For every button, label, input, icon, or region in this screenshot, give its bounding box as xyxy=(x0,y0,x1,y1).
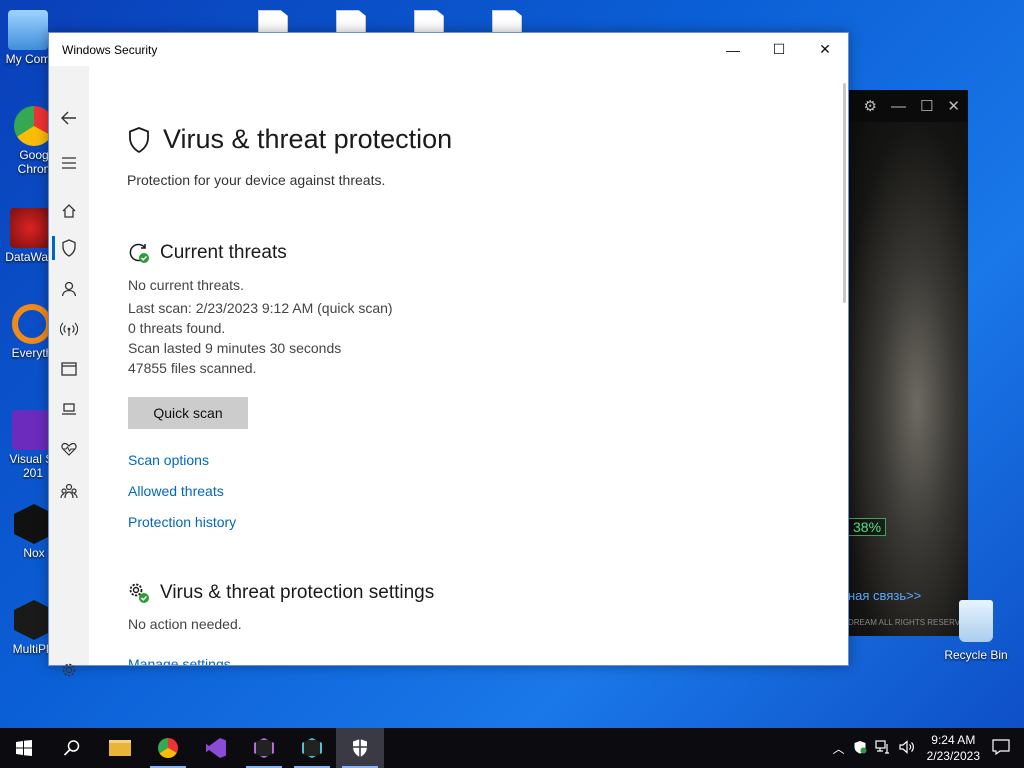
files-scanned-text: 47855 files scanned. xyxy=(128,360,257,376)
back-button[interactable] xyxy=(49,103,89,133)
menu-button[interactable] xyxy=(49,148,89,178)
network-icon[interactable] xyxy=(875,739,891,757)
windows-security-window[interactable]: Windows Security — ☐ ✕ Virus & threat pr… xyxy=(48,32,849,677)
maximize-icon[interactable]: ☐ xyxy=(920,97,933,115)
allowed-threats-link[interactable]: Allowed threats xyxy=(128,483,224,499)
nav-app-browser[interactable] xyxy=(49,354,89,384)
nav-home[interactable] xyxy=(49,196,89,226)
close-icon[interactable]: ✕ xyxy=(947,97,960,115)
feedback-link[interactable]: ная связь>> xyxy=(848,588,921,603)
nav-device-health[interactable] xyxy=(49,434,89,464)
scan-options-link[interactable]: Scan options xyxy=(128,452,209,468)
computer-icon xyxy=(8,10,48,50)
start-button[interactable] xyxy=(0,728,48,768)
taskbar-chrome[interactable] xyxy=(144,728,192,768)
clock[interactable]: 9:24 AM 2/23/2023 xyxy=(927,732,980,764)
notification-icon xyxy=(992,738,1010,755)
threats-found-text: 0 threats found. xyxy=(128,320,226,336)
shield-icon xyxy=(353,739,367,757)
close-button[interactable]: ✕ xyxy=(802,33,848,66)
home-icon xyxy=(62,204,76,218)
nox-icon xyxy=(254,738,274,758)
progress-percent: 38% xyxy=(848,518,887,536)
nav-family[interactable] xyxy=(49,476,89,506)
settings-status-text: No action needed. xyxy=(128,616,242,632)
settings-status-ok-icon xyxy=(129,583,149,603)
nav-device-security[interactable] xyxy=(49,394,89,424)
gear-icon xyxy=(62,663,76,677)
desktop-file-icon[interactable] xyxy=(414,10,444,34)
nav-rail xyxy=(49,66,89,677)
volume-icon[interactable] xyxy=(899,739,915,757)
desktop-file-icon[interactable] xyxy=(258,10,288,34)
visual-studio-icon xyxy=(206,738,226,758)
last-scan-text: Last scan: 2/23/2023 9:12 AM (quick scan… xyxy=(128,300,393,316)
visual-studio-icon xyxy=(12,410,52,450)
manage-settings-link[interactable]: Manage settings xyxy=(128,656,231,665)
notifications-button[interactable] xyxy=(992,738,1010,758)
hamburger-icon xyxy=(62,157,76,169)
nav-account[interactable] xyxy=(49,274,89,304)
family-icon xyxy=(60,483,78,499)
search-button[interactable] xyxy=(48,728,96,768)
nav-firewall[interactable] xyxy=(49,314,89,344)
heart-pulse-icon xyxy=(61,442,77,456)
protection-history-link[interactable]: Protection history xyxy=(128,514,236,530)
everything-icon xyxy=(12,304,52,344)
taskbar-nox-multi[interactable] xyxy=(288,728,336,768)
back-arrow-icon xyxy=(61,111,76,125)
minimize-icon[interactable]: — xyxy=(891,98,906,115)
clock-time: 9:24 AM xyxy=(931,733,976,747)
nav-settings[interactable] xyxy=(49,655,89,685)
laptop-icon xyxy=(62,403,76,415)
quick-scan-button[interactable]: Quick scan xyxy=(128,397,248,429)
nav-virus-protection[interactable] xyxy=(49,233,89,263)
desktop-file-icon[interactable] xyxy=(492,10,522,34)
windows-logo-icon xyxy=(16,740,32,756)
scan-status-ok-icon xyxy=(129,243,149,263)
person-icon xyxy=(61,281,77,297)
desktop-icon-recycle-bin[interactable]: Recycle Bin xyxy=(938,600,1014,662)
datawag-icon xyxy=(10,208,50,248)
folder-icon xyxy=(109,740,131,756)
app-window-icon xyxy=(61,362,77,376)
minimize-button[interactable]: — xyxy=(710,33,756,66)
search-icon xyxy=(63,740,80,756)
shield-icon xyxy=(62,239,76,257)
scrollbar[interactable] xyxy=(843,83,846,303)
taskbar-windows-security[interactable] xyxy=(336,728,384,768)
taskbar: ︿ 9:24 AM 2/23/2023 xyxy=(0,728,1024,768)
scan-duration-text: Scan lasted 9 minutes 30 seconds xyxy=(128,340,342,356)
system-tray: ︿ 9:24 AM 2/23/2023 xyxy=(833,728,1024,768)
taskbar-visual-studio[interactable] xyxy=(192,728,240,768)
taskbar-file-explorer[interactable] xyxy=(96,728,144,768)
maximize-button[interactable]: ☐ xyxy=(756,33,802,66)
background-app-artwork xyxy=(840,122,968,636)
chrome-icon xyxy=(158,738,178,758)
main-content: Virus & threat protection Protection for… xyxy=(89,66,834,665)
chevron-up-icon[interactable]: ︿ xyxy=(833,740,845,757)
desktop-file-icon[interactable] xyxy=(336,10,366,34)
clock-date: 2/23/2023 xyxy=(926,749,980,763)
taskbar-nox[interactable] xyxy=(240,728,288,768)
page-subtitle: Protection for your device against threa… xyxy=(127,172,386,188)
gear-icon[interactable]: ⚙ xyxy=(864,97,877,115)
page-title: Virus & threat protection xyxy=(127,124,452,155)
current-threats-heading: Current threats xyxy=(128,242,287,264)
shield-icon xyxy=(129,126,149,153)
background-app-titlebar[interactable]: ⚙ — ☐ ✕ xyxy=(840,90,968,122)
recycle-bin-icon xyxy=(959,600,993,642)
background-app-window[interactable]: ⚙ — ☐ ✕ 38% ная связь>> DREAM ALL RIGHTS… xyxy=(840,90,968,636)
multiplayer-icon xyxy=(302,738,322,758)
defender-tray-icon[interactable] xyxy=(853,740,867,757)
window-titlebar[interactable]: Windows Security — ☐ ✕ xyxy=(49,33,848,66)
wifi-antenna-icon xyxy=(60,322,78,336)
protection-settings-heading: Virus & threat protection settings xyxy=(128,582,434,604)
threat-status-text: No current threats. xyxy=(128,277,244,293)
window-title: Windows Security xyxy=(62,42,158,57)
